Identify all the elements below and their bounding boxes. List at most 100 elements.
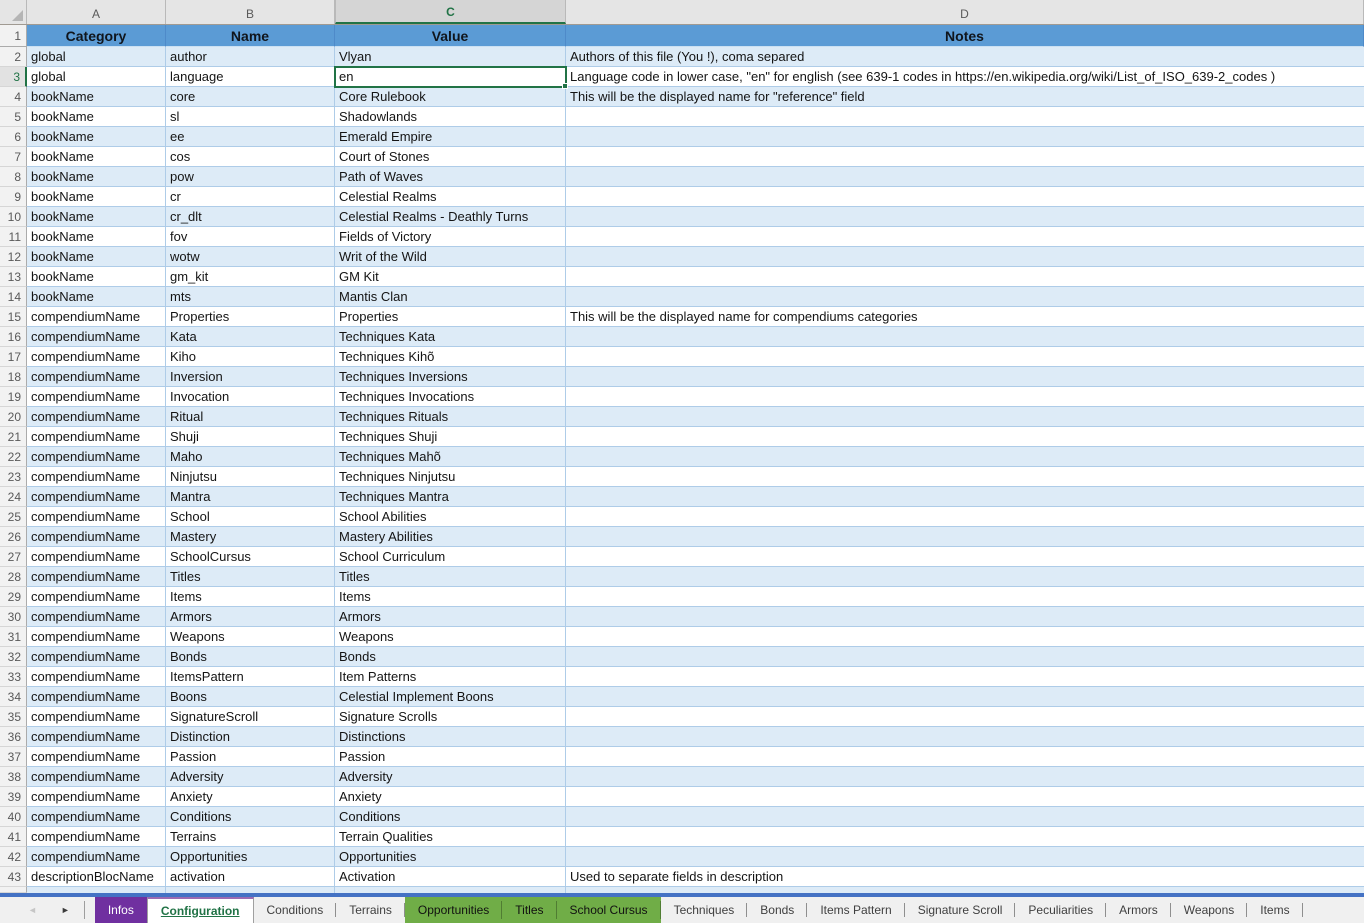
row-number[interactable]: 18 xyxy=(0,367,27,387)
cell-notes[interactable] xyxy=(566,607,1364,627)
cell-category[interactable]: compendiumName xyxy=(27,707,166,727)
cell-category[interactable]: bookName xyxy=(27,207,166,227)
cell-value[interactable]: Writ of the Wild xyxy=(335,247,566,267)
cell-name[interactable]: School xyxy=(166,507,335,527)
cell-value[interactable]: Opportunities xyxy=(335,847,566,867)
cell-value[interactable]: School Curriculum xyxy=(335,547,566,567)
cell-value[interactable]: Celestial Implement Boons xyxy=(335,687,566,707)
cell-category[interactable]: bookName xyxy=(27,267,166,287)
cell-name[interactable]: SchoolCursus xyxy=(166,547,335,567)
row-number[interactable]: 1 xyxy=(0,25,27,47)
row-number[interactable]: 9 xyxy=(0,187,27,207)
cell-notes[interactable] xyxy=(566,327,1364,347)
cell-name[interactable]: cr xyxy=(166,187,335,207)
sheet-tab-armors[interactable]: Armors xyxy=(1106,897,1171,923)
cell-name[interactable]: Mantra xyxy=(166,487,335,507)
row-number[interactable]: 25 xyxy=(0,507,27,527)
row-number[interactable]: 22 xyxy=(0,447,27,467)
tab-scroll-left-icon[interactable]: ◄ xyxy=(28,906,37,915)
cell-notes[interactable] xyxy=(566,647,1364,667)
row-number[interactable]: 43 xyxy=(0,867,27,887)
row-number[interactable]: 17 xyxy=(0,347,27,367)
row-number[interactable]: 41 xyxy=(0,827,27,847)
cell-name[interactable]: Passion xyxy=(166,747,335,767)
row-number[interactable]: 16 xyxy=(0,327,27,347)
selected-cell[interactable]: en xyxy=(335,67,566,87)
cell-name[interactable]: Properties xyxy=(166,307,335,327)
row-number[interactable]: 7 xyxy=(0,147,27,167)
cell-notes[interactable] xyxy=(566,507,1364,527)
cell-name[interactable]: ee xyxy=(166,127,335,147)
header-category[interactable]: Category xyxy=(27,25,166,47)
cell-name[interactable]: Weapons xyxy=(166,627,335,647)
cell-notes[interactable] xyxy=(566,247,1364,267)
cell-name[interactable]: author xyxy=(166,47,335,67)
cell-category[interactable]: compendiumName xyxy=(27,787,166,807)
row-number[interactable]: 3 xyxy=(0,67,27,87)
sheet-tab-opportunities[interactable]: Opportunities xyxy=(405,897,502,923)
column-header-a[interactable]: A xyxy=(27,0,166,24)
cell-value[interactable]: Shadowlands xyxy=(335,107,566,127)
row-number[interactable]: 33 xyxy=(0,667,27,687)
cell-value[interactable]: Passion xyxy=(335,747,566,767)
cell-category[interactable]: descriptionBlocName xyxy=(27,867,166,887)
row-number[interactable]: 6 xyxy=(0,127,27,147)
cell-notes[interactable] xyxy=(566,627,1364,647)
cell-value[interactable]: Signature Scrolls xyxy=(335,707,566,727)
cell-value[interactable]: Fields of Victory xyxy=(335,227,566,247)
cell-notes[interactable] xyxy=(566,767,1364,787)
cell-value[interactable]: Terrain Qualities xyxy=(335,827,566,847)
cell-category[interactable]: bookName xyxy=(27,187,166,207)
cell-notes[interactable] xyxy=(566,687,1364,707)
cell-value[interactable]: Techniques Rituals xyxy=(335,407,566,427)
cell-notes[interactable] xyxy=(566,707,1364,727)
cell-notes[interactable] xyxy=(566,347,1364,367)
cell-name[interactable]: Kata xyxy=(166,327,335,347)
cell-category[interactable]: compendiumName xyxy=(27,427,166,447)
cell-value[interactable]: Techniques Inversions xyxy=(335,367,566,387)
cell-name[interactable]: Items xyxy=(166,587,335,607)
cell-category[interactable]: bookName xyxy=(27,247,166,267)
cell-value[interactable]: Bonds xyxy=(335,647,566,667)
row-number[interactable]: 2 xyxy=(0,47,27,67)
cell-notes[interactable] xyxy=(566,827,1364,847)
cell-notes[interactable] xyxy=(566,147,1364,167)
cell-notes[interactable]: This will be the displayed name for "ref… xyxy=(566,87,1364,107)
cell-name[interactable]: Conditions xyxy=(166,807,335,827)
cell-value[interactable]: Techniques Kata xyxy=(335,327,566,347)
cell-category[interactable]: compendiumName xyxy=(27,767,166,787)
cell-notes[interactable] xyxy=(566,127,1364,147)
cell-category[interactable]: compendiumName xyxy=(27,727,166,747)
row-number[interactable]: 31 xyxy=(0,627,27,647)
cell-category[interactable]: compendiumName xyxy=(27,547,166,567)
cell-notes[interactable] xyxy=(566,367,1364,387)
header-value[interactable]: Value xyxy=(335,25,566,47)
cell-category[interactable]: bookName xyxy=(27,287,166,307)
cell-name[interactable]: Adversity xyxy=(166,767,335,787)
cell-notes[interactable] xyxy=(566,167,1364,187)
cell-notes[interactable] xyxy=(566,547,1364,567)
cell-value[interactable]: Celestial Realms xyxy=(335,187,566,207)
cell-name[interactable]: Shuji xyxy=(166,427,335,447)
cell-notes[interactable] xyxy=(566,667,1364,687)
cell-name[interactable]: Bonds xyxy=(166,647,335,667)
row-number[interactable]: 14 xyxy=(0,287,27,307)
cell-category[interactable]: bookName xyxy=(27,87,166,107)
cell-category[interactable]: compendiumName xyxy=(27,467,166,487)
cell-category[interactable]: compendiumName xyxy=(27,387,166,407)
cell-value[interactable]: Adversity xyxy=(335,767,566,787)
cell-notes[interactable] xyxy=(566,187,1364,207)
cell-category[interactable]: compendiumName xyxy=(27,607,166,627)
cell-category[interactable]: global xyxy=(27,47,166,67)
cell-value[interactable]: Emerald Empire xyxy=(335,127,566,147)
cell-notes[interactable] xyxy=(566,747,1364,767)
row-number[interactable]: 27 xyxy=(0,547,27,567)
cell-name[interactable]: Titles xyxy=(166,567,335,587)
cell-notes[interactable] xyxy=(566,787,1364,807)
cell-notes[interactable] xyxy=(566,287,1364,307)
sheet-tab-items-pattern[interactable]: Items Pattern xyxy=(807,897,904,923)
row-number[interactable]: 15 xyxy=(0,307,27,327)
cell-category[interactable]: compendiumName xyxy=(27,447,166,467)
cell-category[interactable]: compendiumName xyxy=(27,587,166,607)
cell-name[interactable]: Ninjutsu xyxy=(166,467,335,487)
